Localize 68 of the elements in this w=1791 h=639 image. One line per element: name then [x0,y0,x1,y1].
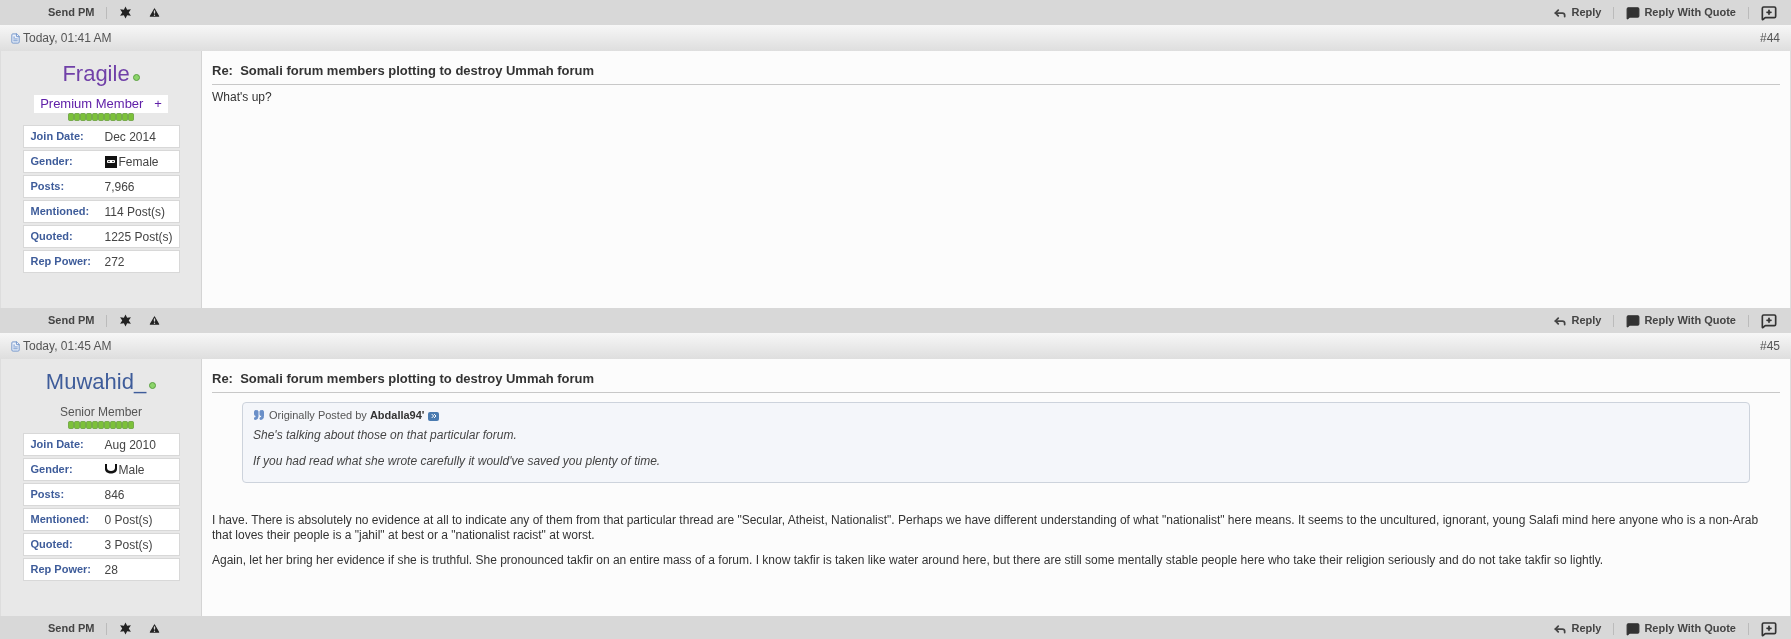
stat-value: 0 Post(s) [104,511,153,529]
post-date: Today, 01:45 AM [23,338,112,355]
quote-attribution: Originally Posted by Abdalla94' [269,407,425,423]
reply-with-quote-button[interactable]: Reply With Quote [1618,312,1744,329]
stat-value: Male [118,461,145,479]
quote-bubble-icon [1626,313,1641,328]
reply-button[interactable]: Reply [1545,4,1610,21]
stat-label: Posts: [30,179,66,195]
warning-icon[interactable] [148,6,162,19]
reply-button[interactable]: Reply [1545,312,1610,329]
post-number-link[interactable]: #44 [1759,29,1780,47]
username-link[interactable]: Muwahid_ [45,369,147,395]
quote-icon [253,408,265,421]
quote-bubble-icon [1626,5,1641,20]
quote-bubble-icon [1626,621,1641,636]
stat-label: Mentioned: [30,204,91,220]
stat-value: 114 Post(s) [104,203,165,221]
document-icon [10,339,21,353]
send-pm-button[interactable]: Send PM [40,312,103,329]
stat-label: Rep Power: [30,254,92,270]
stat-value: 7,966 [104,178,135,196]
stat-value: 272 [104,253,125,271]
post-title: Re: Somali forum members plotting to destroy Ummah forum [212,61,1780,85]
reply-with-quote-button[interactable]: Reply With Quote [1618,4,1744,21]
multi-quote-icon[interactable] [1761,4,1777,21]
warning-icon[interactable] [148,314,162,327]
stat-value: 28 [104,561,118,579]
reputation-bar-icon [67,113,135,121]
stat-label: Rep Power: [30,562,92,578]
send-pm-button[interactable]: Send PM [40,620,103,637]
star-icon[interactable] [119,6,133,19]
stat-value: 846 [104,486,125,504]
post-text: What's up? [212,89,273,105]
stat-value: 3 Post(s) [104,536,153,554]
quote-text: She's talking about those on that particular forum. [253,427,518,444]
post-date: Today, 01:41 AM [23,30,112,47]
user-rank: Senior Member [60,404,142,421]
document-icon [10,31,21,45]
reputation-bar-icon [67,421,135,429]
star-icon[interactable] [119,622,133,635]
stat-value: 1225 Post(s) [104,228,173,246]
post-title: Re: Somali forum members plotting to destroy Ummah forum [212,369,1780,393]
stat-value: Aug 2010 [104,436,156,454]
username-link[interactable]: Fragile [62,61,130,87]
stat-value: Female [118,153,159,171]
star-icon[interactable] [119,314,133,327]
stat-label: Quoted: [30,537,74,553]
stat-label: Posts: [30,487,66,503]
stat-label: Quoted: [30,229,74,245]
veil-icon [104,155,117,168]
reply-button[interactable]: Reply [1545,620,1610,637]
multi-quote-icon[interactable] [1761,620,1777,637]
quote-text: If you had read what she wrote carefully it would've saved you plenty of time. [253,453,662,470]
user-rank: Premium Member + [34,95,168,113]
stat-label: Join Date: [30,129,85,145]
stat-label: Join Date: [30,437,85,453]
stat-label: Gender: [30,462,74,478]
post-text: I have. There is absolutely no evidence at all to indicate any of them from that particular thread are "Secular, Atheist, Nationalist". Perhaps we have different understanding of what "nationalist" here means. It seems to the uncultured, ignorant, young Salafi mind here anyone who is a non-Arab that loves their people is a "jahil" at best or a "nationalist racist" at worst. [212,513,1760,543]
stat-label: Gender: [30,154,74,170]
reply-with-quote-button[interactable]: Reply With Quote [1618,620,1744,637]
multi-quote-icon[interactable] [1761,312,1777,329]
stat-value: Dec 2014 [104,128,156,146]
warning-icon[interactable] [148,622,162,635]
post-number-link[interactable]: #45 [1759,337,1780,355]
view-post-icon[interactable] [428,411,440,421]
stat-label: Mentioned: [30,512,91,528]
send-pm-button[interactable]: Send PM [40,4,103,21]
post-text: Again, let her bring her evidence if she is truthful. She pronounced takfir on an entire mass of a forum. I know takfir is taken like water around here, but there are still some mentally stable people here who take their religion seriously and do not take takfir so lightly. [212,553,1605,568]
